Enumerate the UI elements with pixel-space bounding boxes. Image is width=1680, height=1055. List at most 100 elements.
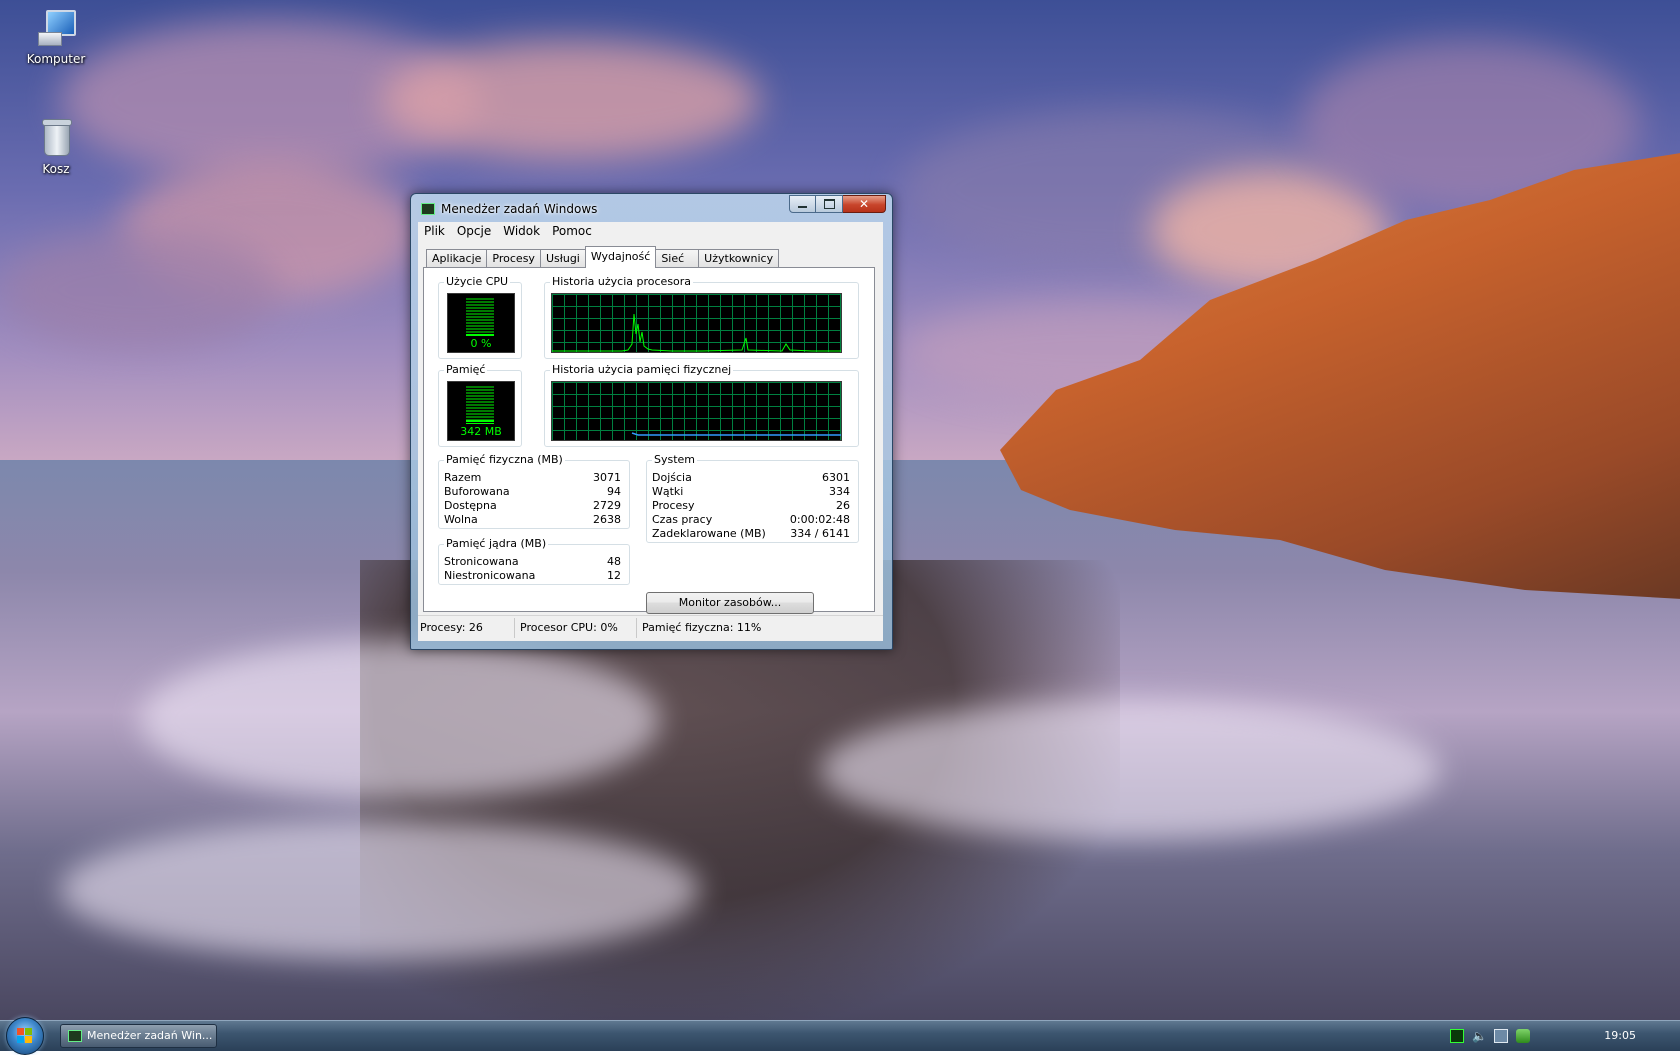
menu-file[interactable]: Plik	[418, 222, 451, 241]
network-icon[interactable]	[1494, 1029, 1508, 1043]
cpu-history-graph	[551, 293, 842, 353]
memory-history-group: Historia użycia pamięci fizycznej	[544, 363, 859, 447]
start-button[interactable]	[6, 1017, 44, 1055]
cpu-history-group: Historia użycia procesora	[544, 275, 859, 359]
stat-row-threads: Wątki 334	[652, 485, 850, 499]
stat-row-handles: Dojścia 6301	[652, 471, 850, 485]
status-memory: Pamięć fizyczna: 11%	[642, 621, 762, 634]
stat-row-total: Razem 3071	[444, 471, 621, 485]
cpu-usage-meter: 0 %	[447, 293, 515, 353]
stat-label: Stronicowana	[444, 555, 519, 568]
tab-applications[interactable]: Aplikacje	[426, 249, 488, 268]
stat-label: Procesy	[652, 499, 695, 512]
stat-row-available: Dostępna 2729	[444, 499, 621, 513]
system-title: System	[652, 453, 698, 466]
volume-icon[interactable]: 🔈	[1472, 1029, 1487, 1043]
stat-label: Wątki	[652, 485, 684, 498]
tab-users[interactable]: Użytkownicy	[698, 249, 780, 268]
stat-value: 3071	[593, 471, 621, 484]
stat-label: Razem	[444, 471, 482, 484]
maximize-icon	[823, 199, 835, 209]
minimize-button[interactable]	[789, 195, 816, 213]
window-client: Aplikacje Procesy Usługi Wydajność Sieć …	[418, 241, 883, 641]
task-manager-window: Menedżer zadań Windows ✕ Plik Opcje Wido…	[410, 193, 893, 650]
menu-view[interactable]: Widok	[497, 222, 546, 241]
taskbar: Menedżer zadań Win... 🔈 19:05	[0, 1017, 1680, 1055]
memory-value: 342 MB	[460, 425, 502, 438]
taskbar-button-task-manager[interactable]: Menedżer zadań Win...	[60, 1024, 217, 1048]
status-cpu: Procesor CPU: 0%	[520, 621, 618, 634]
close-button[interactable]: ✕	[843, 195, 886, 213]
cpu-usage-fill	[466, 334, 494, 336]
stat-row-commit: Zadeklarowane (MB) 334 / 6141	[652, 527, 850, 541]
physical-memory-group: Pamięć fizyczna (MB) Razem 3071 Buforowan…	[438, 453, 630, 529]
tab-network[interactable]: Sieć	[655, 249, 700, 268]
cpu-history-label: Historia użycia procesora	[550, 275, 694, 288]
stat-value: 334 / 6141	[790, 527, 850, 540]
desktop-icon-recycle-bin[interactable]: Kosz	[16, 118, 96, 176]
kernel-memory-title: Pamięć jądra (MB)	[444, 537, 549, 550]
cpu-usage-label: Użycie CPU	[444, 275, 511, 288]
memory-history-graph	[551, 381, 842, 441]
stat-row-nonpaged: Niestronicowana 12	[444, 569, 621, 583]
stat-value: 48	[607, 555, 621, 568]
stat-value: 94	[607, 485, 621, 498]
security-icon[interactable]	[1516, 1029, 1530, 1043]
desktop-icon-label: Kosz	[42, 162, 70, 176]
stat-label: Czas pracy	[652, 513, 713, 526]
menu-help[interactable]: Pomoc	[546, 222, 598, 241]
kernel-memory-group: Pamięć jądra (MB) Stronicowana 48 Niestro…	[438, 537, 630, 585]
cpu-usage-group: Użycie CPU 0 %	[438, 275, 522, 359]
stat-value: 26	[836, 499, 850, 512]
memory-meter: 342 MB	[447, 381, 515, 441]
close-icon: ✕	[858, 197, 870, 211]
memory-fill	[466, 420, 494, 424]
minimize-icon	[798, 206, 807, 208]
status-bar: Procesy: 26 Procesor CPU: 0% Pamięć fizy…	[418, 615, 883, 640]
memory-label: Pamięć	[444, 363, 488, 376]
clock[interactable]: 19:05	[1604, 1029, 1636, 1042]
maximize-button[interactable]	[816, 195, 843, 213]
stat-row-processes: Procesy 26	[652, 499, 850, 513]
performance-page: Użycie CPU 0 % Historia użycia procesora	[423, 267, 875, 614]
stat-value: 2638	[593, 513, 621, 526]
task-manager-icon	[68, 1030, 82, 1042]
system-group: System Dojścia 6301 Wątki 334 Procesy 26 Cz…	[646, 453, 859, 543]
tab-processes[interactable]: Procesy	[486, 249, 541, 268]
window-title: Menedżer zadań Windows	[441, 202, 598, 216]
system-tray: 🔈 19:05	[1450, 1021, 1680, 1051]
memory-history-label: Historia użycia pamięci fizycznej	[550, 363, 734, 376]
tab-services[interactable]: Usługi	[539, 249, 586, 268]
stat-row-free: Wolna 2638	[444, 513, 621, 527]
cpu-history-line	[552, 313, 841, 352]
windows-logo-icon	[17, 1028, 33, 1044]
cpu-usage-value: 0 %	[470, 337, 492, 350]
stat-row-cached: Buforowana 94	[444, 485, 621, 499]
memory-group: Pamięć 342 MB	[438, 363, 522, 447]
stat-label: Dojścia	[652, 471, 692, 484]
recycle-bin-icon	[36, 118, 76, 158]
stat-label: Wolna	[444, 513, 478, 526]
tab-strip: Aplikacje Procesy Usługi Wydajność Sieć …	[426, 246, 780, 268]
stat-value: 2729	[593, 499, 621, 512]
desktop-icon-label: Komputer	[26, 52, 86, 66]
stat-value: 6301	[822, 471, 850, 484]
computer-icon	[36, 8, 76, 48]
status-processes: Procesy: 26	[420, 621, 483, 634]
physical-memory-title: Pamięć fizyczna (MB)	[444, 453, 565, 466]
stat-label: Zadeklarowane (MB)	[652, 527, 766, 540]
desktop-icon-computer[interactable]: Komputer	[16, 8, 96, 66]
stat-row-uptime: Czas pracy 0:00:02:48	[652, 513, 850, 527]
stat-row-paged: Stronicowana 48	[444, 555, 621, 569]
stat-value: 334	[829, 485, 850, 498]
task-manager-tray-icon[interactable]	[1450, 1029, 1464, 1043]
menu-bar: Plik Opcje Widok Pomoc	[418, 222, 883, 241]
tab-performance[interactable]: Wydajność	[584, 246, 657, 268]
menu-options[interactable]: Opcje	[451, 222, 497, 241]
stat-label: Niestronicowana	[444, 569, 536, 582]
stat-value: 0:00:02:48	[789, 513, 850, 526]
task-manager-icon	[421, 203, 435, 215]
taskbar-button-label: Menedżer zadań Win...	[87, 1029, 213, 1042]
resource-monitor-button[interactable]: Monitor zasobów...	[646, 592, 814, 614]
title-bar[interactable]: Menedżer zadań Windows ✕	[411, 194, 892, 222]
